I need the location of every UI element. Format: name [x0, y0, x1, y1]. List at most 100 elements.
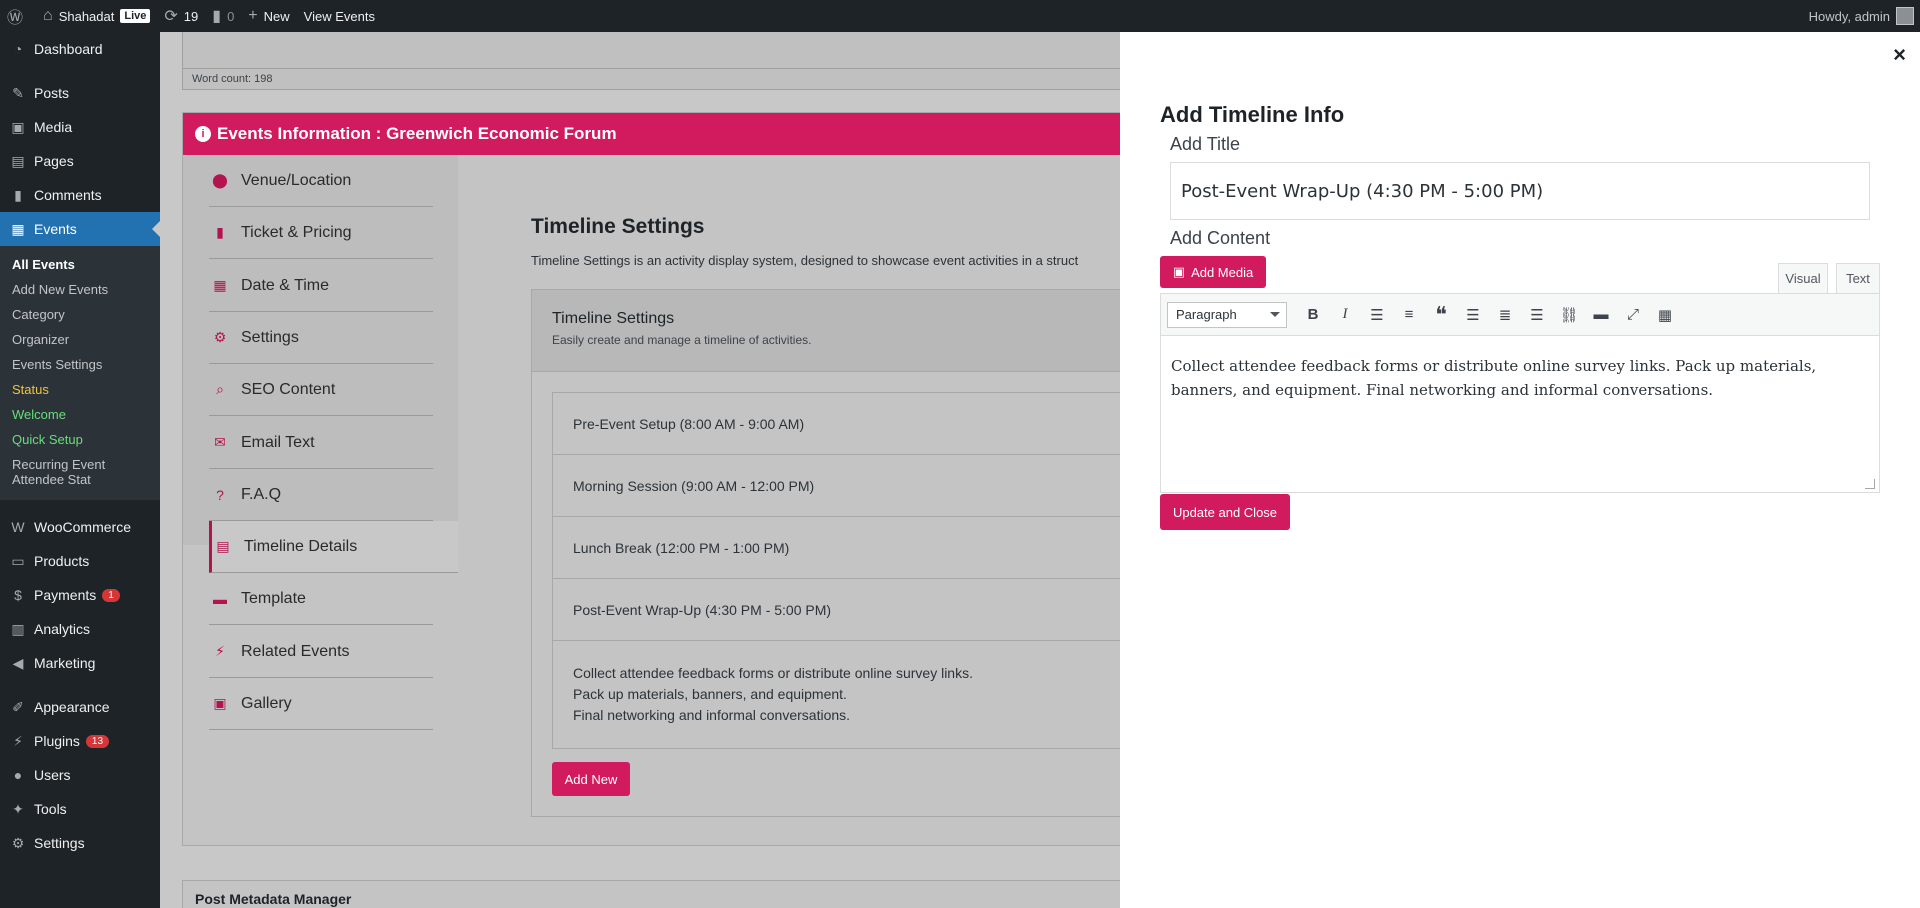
resize-handle[interactable]	[1865, 479, 1875, 489]
menu-payments[interactable]: $ Payments 1	[0, 578, 160, 612]
tab-gallery[interactable]: ▣ Gallery	[209, 678, 433, 730]
menu-tools[interactable]: ✦ Tools	[0, 792, 160, 826]
menu-comments[interactable]: ▮ Comments	[0, 178, 160, 212]
editor-content[interactable]: Collect attendee feedback forms or distr…	[1161, 336, 1879, 420]
submenu-recurring-attendee-stat[interactable]: Recurring Event Attendee Stat	[0, 452, 120, 492]
woocommerce-icon: W	[11, 519, 25, 535]
chevron-down-icon	[1270, 311, 1280, 322]
tab-faq[interactable]: ? F.A.Q	[209, 469, 433, 521]
align-center-icon[interactable]: ≣	[1489, 301, 1521, 329]
submenu-status[interactable]: Status	[0, 377, 160, 402]
tab-visual[interactable]: Visual	[1778, 263, 1828, 293]
bullet-list-icon[interactable]: ☰	[1361, 301, 1393, 329]
menu-settings[interactable]: ⚙ Settings	[0, 826, 160, 860]
tab-date-time[interactable]: ▦ Date & Time	[209, 260, 433, 312]
submenu-category[interactable]: Category	[0, 302, 160, 327]
tab-venue-location[interactable]: ⬤ Venue/Location	[209, 155, 433, 207]
close-icon[interactable]: ×	[1893, 42, 1906, 68]
menu-label: Posts	[34, 85, 70, 101]
blockquote-icon[interactable]: ❝	[1425, 301, 1457, 329]
comments-count: 0	[227, 8, 235, 24]
menu-pages[interactable]: ▤ Pages	[0, 144, 160, 178]
view-events-link[interactable]: View Events	[297, 0, 382, 32]
brush-icon: ✐	[12, 698, 24, 715]
menu-label: Products	[34, 553, 90, 569]
menu-marketing[interactable]: ◀ Marketing	[0, 646, 160, 680]
timeline-item[interactable]: Lunch Break (12:00 PM - 1:00 PM)	[553, 517, 1120, 579]
tab-related-events[interactable]: ⚡ Related Events	[209, 626, 433, 678]
calendar-icon: ▦	[213, 277, 227, 293]
title-input[interactable]: Post-Event Wrap-Up (4:30 PM - 5:00 PM)	[1170, 162, 1870, 220]
fullscreen-icon[interactable]: ⤢	[1617, 301, 1649, 329]
user-icon: ●	[13, 767, 23, 783]
bold-icon[interactable]: B	[1297, 301, 1329, 329]
menu-media[interactable]: ▣ Media	[0, 110, 160, 144]
wrench-icon: ✦	[12, 800, 24, 817]
editor-toolbar: Paragraph B I ☰ ≡ ❝ ☰ ≣ ☰ ⛓ ▬ ⤢ ▦	[1161, 294, 1879, 336]
submenu-welcome[interactable]: Welcome	[0, 402, 160, 427]
menu-plugins[interactable]: ⚡ Plugins 13	[0, 724, 160, 758]
tab-email-text[interactable]: ✉ Email Text	[209, 417, 433, 469]
howdy-link[interactable]: Howdy, admin	[1809, 9, 1890, 24]
map-pin-icon: ⬤	[212, 172, 228, 188]
tab-text[interactable]: Text	[1836, 263, 1880, 293]
submenu-all-events[interactable]: All Events	[0, 252, 160, 277]
menu-events[interactable]: ▦ Events	[0, 212, 160, 246]
envelope-icon: ✉	[214, 434, 226, 450]
events-info-header: i Events Information : Greenwich Economi…	[183, 113, 1120, 155]
menu-label: WooCommerce	[34, 519, 131, 535]
menu-label: Dashboard	[34, 41, 103, 57]
numbered-list-icon[interactable]: ≡	[1393, 301, 1425, 329]
submenu-events-settings[interactable]: Events Settings	[0, 352, 160, 377]
live-badge: Live	[120, 9, 151, 23]
menu-analytics[interactable]: ▥ Analytics	[0, 612, 160, 646]
timeline-item[interactable]: Post-Event Wrap-Up (4:30 PM - 5:00 PM)	[553, 579, 1120, 641]
dashboard-icon: ◔	[13, 41, 23, 57]
wordpress-icon: Ⓦ	[7, 10, 24, 27]
events-info-title: Events Information : Greenwich Economic …	[217, 124, 617, 143]
menu-label: Analytics	[34, 621, 91, 637]
avatar[interactable]	[1896, 7, 1914, 25]
menu-label: Payments	[34, 587, 97, 603]
comment-icon: ▮	[212, 8, 222, 25]
site-name-link[interactable]: ⌂ Shahadat Live	[36, 0, 157, 32]
question-icon: ?	[216, 486, 224, 503]
add-media-button[interactable]: ▣ Add Media	[1160, 256, 1266, 288]
align-left-icon[interactable]: ☰	[1457, 301, 1489, 329]
new-content-link[interactable]: + New	[241, 0, 296, 32]
menu-dashboard[interactable]: ◔ Dashboard	[0, 32, 160, 66]
wordpress-logo[interactable]: Ⓦ	[0, 0, 36, 32]
menu-woocommerce[interactable]: W WooCommerce	[0, 510, 160, 544]
timeline-item[interactable]: Pre-Event Setup (8:00 AM - 9:00 AM)	[553, 393, 1120, 455]
menu-users[interactable]: ● Users	[0, 758, 160, 792]
menu-posts[interactable]: ✎ Posts	[0, 76, 160, 110]
content-line: Collect attendee feedback forms or distr…	[573, 665, 973, 681]
menu-products[interactable]: ▭ Products	[0, 544, 160, 578]
toolbar-toggle-icon[interactable]: ▦	[1649, 301, 1681, 329]
link-icon[interactable]: ⛓	[1553, 301, 1585, 329]
tab-settings[interactable]: ⚙ Settings	[209, 312, 433, 364]
word-count: Word count: 198	[182, 68, 1120, 90]
timeline-settings-card: Timeline Settings Easily create and mana…	[531, 289, 1120, 817]
updates-link[interactable]: ⟳ 19	[157, 0, 205, 32]
post-metadata-manager[interactable]: Post Metadata Manager	[182, 880, 1120, 908]
plug-icon: ⚡	[215, 643, 225, 659]
menu-appearance[interactable]: ✐ Appearance	[0, 690, 160, 724]
submenu-quick-setup[interactable]: Quick Setup	[0, 427, 160, 452]
calendar-icon: ▦	[11, 220, 25, 237]
tab-ticket-pricing[interactable]: ▮ Ticket & Pricing	[209, 207, 433, 259]
format-select[interactable]: Paragraph	[1167, 301, 1287, 328]
timeline-item[interactable]: Morning Session (9:00 AM - 12:00 PM)	[553, 455, 1120, 517]
submenu-organizer[interactable]: Organizer	[0, 327, 160, 352]
tab-timeline-details[interactable]: ▤ Timeline Details	[209, 521, 458, 573]
update-close-button[interactable]: Update and Close	[1160, 494, 1290, 530]
tab-seo-content[interactable]: ⌕ SEO Content	[209, 364, 433, 416]
italic-icon[interactable]: I	[1329, 301, 1361, 329]
submenu-add-new-events[interactable]: Add New Events	[0, 277, 160, 302]
comments-link[interactable]: ▮ 0	[205, 0, 241, 32]
read-more-icon[interactable]: ▬	[1585, 301, 1617, 329]
content-line: Final networking and informal conversati…	[573, 707, 851, 723]
tab-template[interactable]: ▬ Template	[209, 573, 433, 625]
align-right-icon[interactable]: ☰	[1521, 301, 1553, 329]
add-new-button[interactable]: Add New	[552, 762, 630, 796]
